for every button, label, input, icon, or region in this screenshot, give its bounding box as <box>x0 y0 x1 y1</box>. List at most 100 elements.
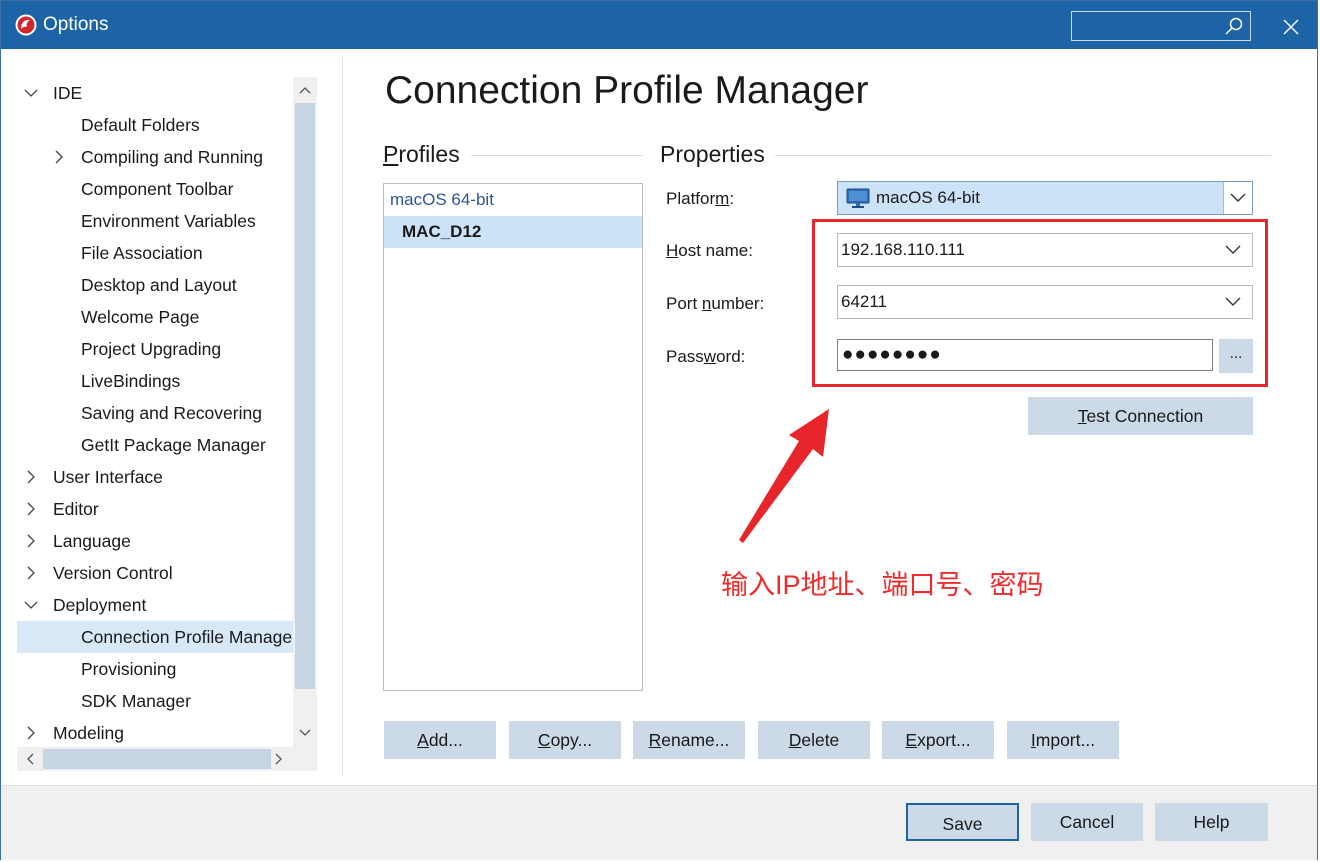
tree-item-label: Component Toolbar <box>81 179 234 199</box>
tree-item-label: Saving and Recovering <box>81 403 262 423</box>
cancel-button[interactable]: Cancel <box>1031 803 1143 841</box>
tree-item[interactable]: LiveBindings <box>17 365 293 397</box>
tree-item-label: File Association <box>81 243 203 263</box>
tree-item-label: Environment Variables <box>81 211 256 231</box>
scrollbar-thumb[interactable] <box>295 103 315 689</box>
tree-item-label: GetIt Package Manager <box>81 435 266 455</box>
chevron-right-icon[interactable] <box>271 751 287 767</box>
tree-item-label: Editor <box>53 499 99 519</box>
options-search-input[interactable] <box>1071 11 1251 41</box>
password-label: Password: <box>666 347 746 366</box>
profile-action-button[interactable]: Copy... <box>509 721 621 759</box>
window-title: Options <box>43 14 109 35</box>
tree-item[interactable]: Default Folders <box>17 109 293 141</box>
tree-item-label: IDE <box>53 83 83 103</box>
search-icon <box>1225 17 1243 35</box>
tree-item-label: Desktop and Layout <box>81 275 237 295</box>
tree-item[interactable]: File Association <box>17 237 293 269</box>
tree-item-label: Connection Profile Manager <box>81 627 293 647</box>
profile-action-button[interactable]: Export... <box>882 721 994 759</box>
tree-item[interactable]: Language <box>17 525 293 557</box>
chevron-right-icon[interactable] <box>51 149 67 165</box>
tree-item-label: Version Control <box>53 563 173 583</box>
tree-item[interactable]: Editor <box>17 493 293 525</box>
tree-horizontal-scrollbar[interactable] <box>17 747 293 771</box>
annotation-highlight-box <box>812 219 1268 387</box>
chevron-down-icon[interactable] <box>23 85 39 101</box>
host-name-label: Host name: <box>666 241 753 260</box>
profiles-group-title: Profiles <box>383 141 460 167</box>
tree-item-label: LiveBindings <box>81 371 181 391</box>
tree-item-label: Provisioning <box>81 659 177 679</box>
profile-action-button[interactable]: Rename... <box>633 721 745 759</box>
chevron-right-icon[interactable] <box>23 725 39 741</box>
tree-item[interactable]: Environment Variables <box>17 205 293 237</box>
divider <box>471 155 643 156</box>
app-logo-icon <box>15 14 37 36</box>
tree-item-label: Compiling and Running <box>81 147 263 167</box>
tree-item-label: SDK Manager <box>81 691 191 711</box>
profile-item-label: MAC_D12 <box>402 222 482 241</box>
tree-item-label: Modeling <box>53 723 125 743</box>
chevron-down-icon[interactable] <box>23 597 39 613</box>
options-dialog: Options IDE Default Folders Compiling and … <box>0 0 1318 860</box>
tree-vertical-scrollbar[interactable] <box>293 77 317 747</box>
tree-item[interactable]: Project Upgrading <box>17 333 293 365</box>
profile-item-selected[interactable]: MAC_D12 <box>384 216 642 248</box>
tree-item[interactable]: Saving and Recovering <box>17 397 293 429</box>
platform-label: Platform: <box>666 189 735 208</box>
tree-item[interactable]: Modeling <box>17 717 293 749</box>
platform-dropdown[interactable]: macOS 64-bit <box>837 181 1253 215</box>
chevron-right-icon[interactable] <box>23 533 39 549</box>
tree-item[interactable]: SDK Manager <box>17 685 293 717</box>
tree-item[interactable]: Welcome Page <box>17 301 293 333</box>
close-button[interactable] <box>1275 13 1307 41</box>
profile-action-button[interactable]: Add... <box>384 721 496 759</box>
tree-item[interactable]: Compiling and Running <box>17 141 293 173</box>
chevron-right-icon[interactable] <box>23 565 39 581</box>
tree-item[interactable]: Deployment <box>17 589 293 621</box>
port-number-label: Port number: <box>666 294 765 313</box>
divider <box>775 155 1271 156</box>
dialog-footer: Save Cancel Help <box>1 785 1317 860</box>
options-tree: IDE Default Folders Compiling and Running C… <box>17 77 317 771</box>
profile-category: macOS 64-bit <box>390 190 494 209</box>
profiles-list[interactable]: macOS 64-bit MAC_D12 <box>383 183 643 691</box>
tree-item[interactable]: Version Control <box>17 557 293 589</box>
tree-item[interactable]: Connection Profile Manager <box>17 621 293 653</box>
scrollbar-corner <box>293 747 317 771</box>
tree-item-label: Default Folders <box>81 115 200 135</box>
tree-item-label: Deployment <box>53 595 147 615</box>
tree-item-label: User Interface <box>53 467 163 487</box>
profile-action-button[interactable]: Import... <box>1007 721 1119 759</box>
chevron-right-icon[interactable] <box>23 469 39 485</box>
scrollbar-thumb[interactable] <box>43 749 271 769</box>
properties-group-title: Properties <box>660 141 765 167</box>
annotation-arrow-icon <box>739 409 829 543</box>
tree-item-label: Language <box>53 531 131 551</box>
dropdown-button[interactable] <box>1223 182 1252 214</box>
page-title: Connection Profile Manager <box>385 69 869 112</box>
chevron-down-icon[interactable] <box>297 725 313 741</box>
tree-item-label: Project Upgrading <box>81 339 222 359</box>
chevron-left-icon[interactable] <box>22 751 38 767</box>
chevron-right-icon[interactable] <box>23 501 39 517</box>
annotation-text: 输入IP地址、端口号、密码 <box>721 570 1044 600</box>
tree-item[interactable]: GetIt Package Manager <box>17 429 293 461</box>
platform-value: macOS 64-bit <box>876 188 980 207</box>
test-connection-button[interactable]: Test Connection <box>1028 397 1253 435</box>
save-button[interactable]: Save <box>906 803 1019 841</box>
tree-item[interactable]: Desktop and Layout <box>17 269 293 301</box>
tree-item[interactable]: IDE <box>17 77 293 109</box>
panel-divider <box>342 57 343 777</box>
tree-item[interactable]: User Interface <box>17 461 293 493</box>
tree-item[interactable]: Provisioning <box>17 653 293 685</box>
chevron-down-icon <box>1230 193 1246 202</box>
tree-item-label: Welcome Page <box>81 307 200 327</box>
help-button[interactable]: Help <box>1155 803 1268 841</box>
chevron-up-icon[interactable] <box>297 82 313 98</box>
title-bar: Options <box>1 1 1317 49</box>
tree-item[interactable]: Component Toolbar <box>17 173 293 205</box>
profile-action-button[interactable]: Delete <box>758 721 870 759</box>
monitor-icon <box>846 188 870 208</box>
